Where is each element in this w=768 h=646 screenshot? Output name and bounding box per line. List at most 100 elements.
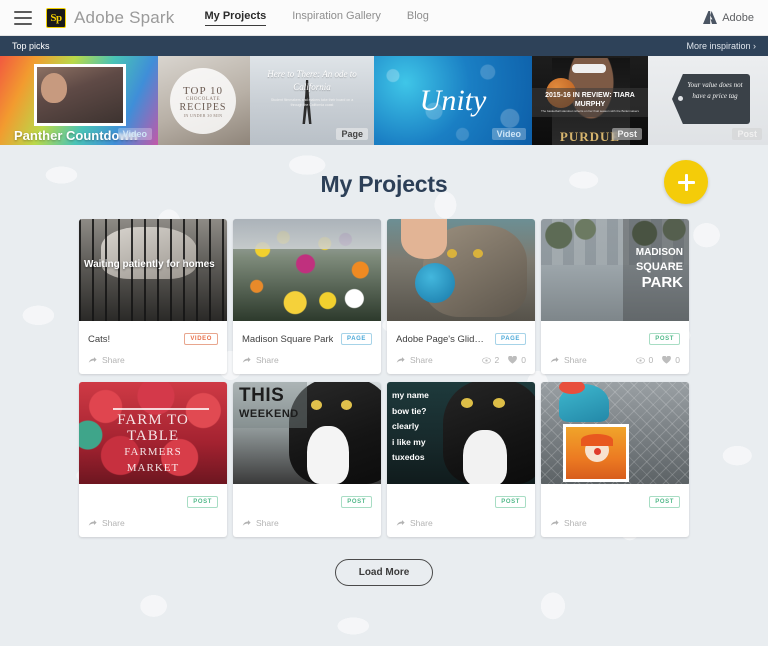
share-button[interactable]: Share [550, 518, 587, 528]
project-title: Adobe Page's Glideshow [396, 333, 489, 345]
inspiration-carousel[interactable]: Panther Countdown Video TOP 10 CHOCOLATE… [0, 56, 768, 145]
carousel-thumb-image [34, 64, 126, 126]
project-card-body: POST [233, 484, 381, 511]
project-card[interactable]: Adobe Page's Glideshow PAGE Share [387, 219, 535, 374]
share-label: Share [102, 518, 125, 528]
spark-logo-icon[interactable]: Sp [46, 7, 66, 28]
main-content: My Projects Waiting patiently for homes … [0, 145, 768, 646]
thumbnail-overlay-line3: PARK [641, 274, 683, 291]
project-thumbnail[interactable] [233, 219, 381, 321]
project-card-footer: Share 2 0 [387, 348, 535, 374]
eye-icon [481, 356, 491, 364]
project-type-badge: VIDEO [184, 333, 218, 345]
carousel-badge-page: Page [336, 128, 368, 140]
thumbnail-art [79, 219, 227, 321]
view-count: 2 [481, 355, 499, 365]
share-icon [396, 356, 405, 363]
view-count-value: 0 [648, 355, 654, 365]
share-button[interactable]: Share [242, 518, 279, 528]
project-thumbnail[interactable] [541, 382, 689, 484]
share-button[interactable]: Share [396, 355, 433, 365]
carousel-slide-panther-countdown[interactable]: Panther Countdown Video [0, 56, 158, 145]
hamburger-menu-icon[interactable] [14, 10, 32, 25]
project-type-badge: POST [341, 496, 372, 508]
thumbnail-art [113, 408, 209, 410]
share-icon [88, 356, 97, 363]
share-button[interactable]: Share [242, 355, 279, 365]
project-card-body: POST [541, 321, 689, 348]
top-picks-bar: Top picks More inspiration › [0, 36, 768, 56]
share-button[interactable]: Share [88, 355, 125, 365]
carousel-slide-line1: TOP 10 [183, 84, 223, 97]
carousel-slide-tiara-murphy[interactable]: 2015-16 IN REVIEW: TIARA MURPHY The bask… [532, 56, 648, 145]
plus-icon [684, 173, 688, 191]
project-thumbnail[interactable]: MADISON SQUARE PARK [541, 219, 689, 321]
share-label: Share [564, 518, 587, 528]
top-picks-label: Top picks [12, 41, 50, 51]
share-button[interactable]: Share [550, 355, 587, 365]
carousel-caption-overlay: 2015-16 IN REVIEW: TIARA MURPHY The bask… [532, 88, 648, 117]
view-count: 0 [635, 355, 654, 365]
share-icon [550, 356, 559, 363]
carousel-slide-unity[interactable]: Unity Video [374, 56, 532, 145]
nav-item-inspiration-gallery[interactable]: Inspiration Gallery [292, 10, 381, 25]
create-project-button[interactable] [664, 160, 708, 204]
project-card-footer: Share [541, 511, 689, 537]
thumbnail-overlay: FARM TO TABLE FARMERS MARKET [79, 412, 227, 476]
project-card[interactable]: Madison Square Park PAGE Share [233, 219, 381, 374]
share-label: Share [410, 355, 433, 365]
nav-item-my-projects[interactable]: My Projects [204, 10, 267, 26]
project-card[interactable]: THIS WEEKEND POST Share [233, 382, 381, 537]
more-inspiration-link[interactable]: More inspiration › [686, 41, 756, 51]
carousel-badge-video: Video [117, 128, 152, 140]
thumbnail-art [447, 249, 457, 258]
thumbnail-overlay-line4: MARKET [126, 462, 180, 474]
carousel-slide-top-10-recipes[interactable]: TOP 10 CHOCOLATE RECIPES IN UNDER 30 MIN [158, 56, 250, 145]
load-more-button[interactable]: Load More [334, 559, 434, 586]
carousel-slide-price-tag[interactable]: Your value does not have a price tag Pos… [648, 56, 768, 145]
project-card-body: Adobe Page's Glideshow PAGE [387, 321, 535, 348]
project-type-badge: PAGE [495, 333, 526, 345]
carousel-badge-video: Video [491, 128, 526, 140]
adobe-a-icon [703, 11, 718, 24]
nav-item-blog[interactable]: Blog [407, 10, 429, 25]
project-card[interactable]: my name bow tie? clearly i like my tuxed… [387, 382, 535, 537]
project-thumbnail[interactable]: my name bow tie? clearly i like my tuxed… [387, 382, 535, 484]
project-thumbnail[interactable]: FARM TO TABLE FARMERS MARKET [79, 382, 227, 484]
thumbnail-art [463, 430, 507, 484]
thumbnail-art [461, 398, 473, 408]
project-card-footer: Share [233, 348, 381, 374]
project-card[interactable]: FARM TO TABLE FARMERS MARKET POST Share [79, 382, 227, 537]
thumbnail-art [473, 249, 483, 258]
headband-shape [572, 64, 606, 73]
thumbnail-art [341, 400, 352, 410]
share-icon [242, 519, 251, 526]
project-card[interactable]: POST Share [541, 382, 689, 537]
project-title: Cats! [88, 333, 111, 345]
thumbnail-overlay-line1: FARM TO [117, 412, 189, 428]
share-label: Share [256, 518, 279, 528]
projects-grid: Waiting patiently for homes Cats! VIDEO … [0, 219, 768, 537]
adobe-brand-label: Adobe [722, 11, 754, 24]
heart-icon [662, 356, 672, 364]
project-thumbnail[interactable] [387, 219, 535, 321]
thumbnail-overlay-line1: MADISON [635, 247, 683, 258]
like-count-value: 0 [521, 355, 526, 365]
project-card[interactable]: MADISON SQUARE PARK POST Share 0 0 [541, 219, 689, 374]
share-button[interactable]: Share [88, 518, 125, 528]
project-thumbnail[interactable]: Waiting patiently for homes [79, 219, 227, 321]
load-more-container: Load More [0, 559, 768, 586]
thumbnail-art [311, 400, 322, 410]
project-card[interactable]: Waiting patiently for homes Cats! VIDEO … [79, 219, 227, 374]
project-thumbnail[interactable]: THIS WEEKEND [233, 382, 381, 484]
share-button[interactable]: Share [396, 518, 433, 528]
thumbnail-overlay-text: my name bow tie? clearly i like my tuxed… [392, 390, 429, 462]
project-type-badge: PAGE [341, 333, 372, 345]
share-label: Share [564, 355, 587, 365]
share-icon [242, 356, 251, 363]
carousel-slide-here-to-there[interactable]: Here to There: An ode to California Stud… [250, 56, 374, 145]
adobe-brand[interactable]: Adobe [703, 11, 754, 24]
carousel-slide-line4: IN UNDER 30 MIN [183, 112, 223, 118]
thumbnail-overlay-line1: THIS [239, 385, 285, 406]
app-logo-text[interactable]: Adobe Spark [74, 8, 175, 28]
